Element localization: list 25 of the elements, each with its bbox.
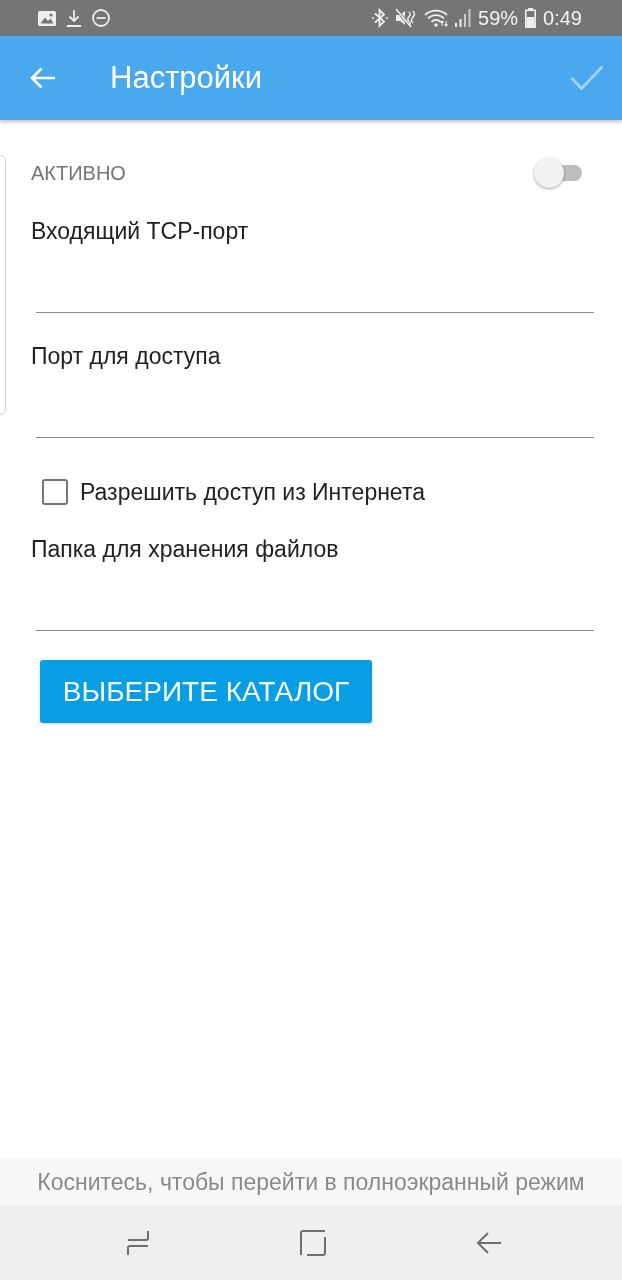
battery-percent: 59% bbox=[478, 8, 519, 28]
clock-time: 0:49 bbox=[543, 8, 582, 28]
hint-bar[interactable]: Коснитесь, чтобы перейти в полноэкранный режим bbox=[0, 1158, 622, 1206]
field-label: Входящий TCP-порт bbox=[31, 217, 249, 245]
screen-title: Настройки bbox=[110, 60, 262, 96]
home-icon[interactable] bbox=[300, 1230, 326, 1256]
image-icon bbox=[38, 10, 56, 26]
section-label: АКТИВНО bbox=[31, 161, 126, 185]
battery-icon bbox=[525, 8, 537, 28]
bluetooth-icon bbox=[372, 8, 389, 28]
toggle-switch[interactable] bbox=[534, 158, 582, 188]
field-label: Порт для доступа bbox=[31, 342, 221, 370]
vibrate-mute-icon bbox=[395, 8, 418, 28]
choose-folder-button[interactable]: ВЫБЕРИТЕ КАТАЛОГ bbox=[40, 660, 372, 723]
back-icon[interactable] bbox=[476, 1231, 502, 1255]
fullscreen-hint: Коснитесь, чтобы перейти в полноэкранный режим bbox=[37, 1168, 585, 1196]
wifi-icon bbox=[424, 9, 449, 27]
minus-circle-icon bbox=[92, 9, 110, 27]
back-arrow-icon[interactable] bbox=[30, 67, 56, 89]
checkbox-label: Разрешить доступ из Интернета bbox=[80, 478, 425, 506]
checkbox[interactable] bbox=[42, 479, 68, 505]
signal-icon bbox=[455, 9, 472, 27]
recent-apps-icon[interactable] bbox=[126, 1230, 150, 1256]
field-label: Папка для хранения файлов bbox=[31, 535, 339, 563]
download-icon bbox=[66, 9, 82, 27]
